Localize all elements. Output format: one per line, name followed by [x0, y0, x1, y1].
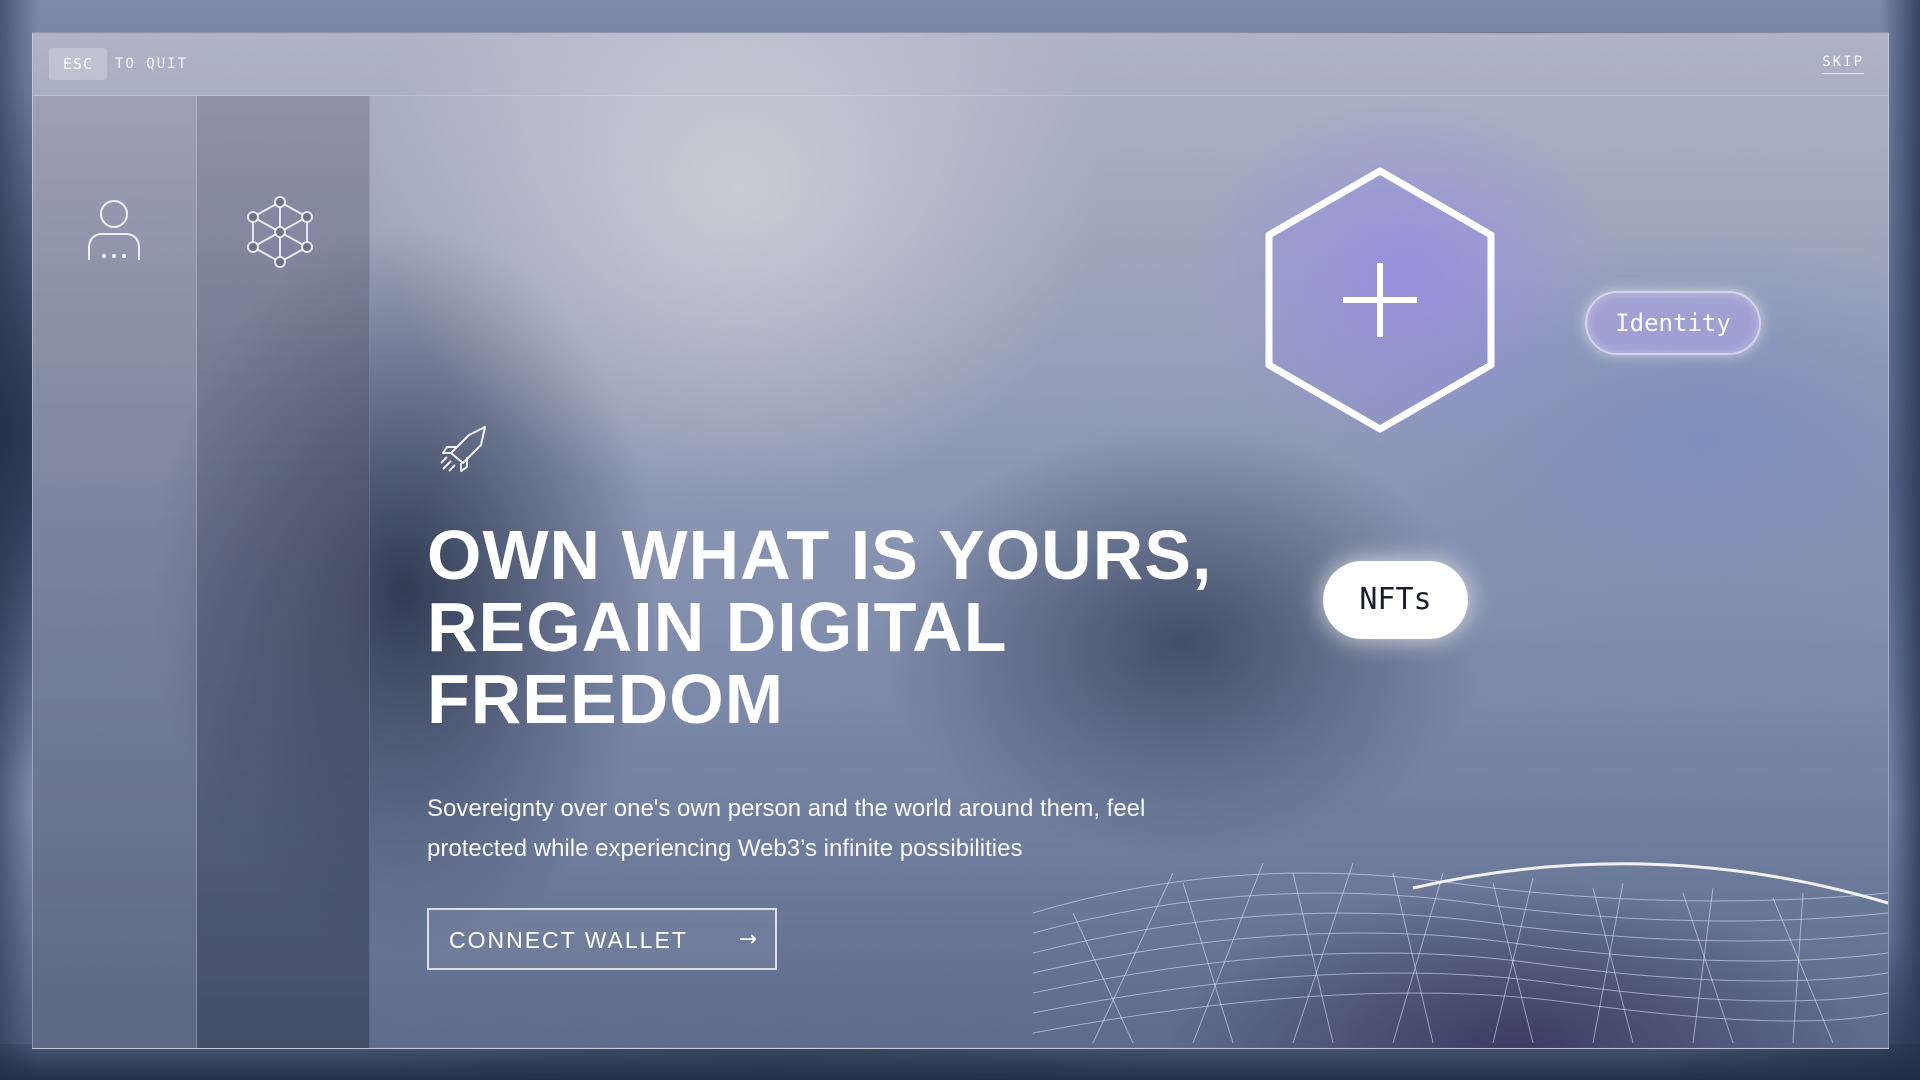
hero-headline: OWN WHAT IS YOURS, REGAIN DIGITAL FREEDO… — [427, 516, 1213, 738]
skip-button[interactable]: SKIP — [1822, 54, 1864, 74]
add-hexagon-button[interactable] — [1255, 161, 1505, 443]
rocket-icon — [437, 423, 489, 479]
sidebar-column-network — [197, 96, 370, 1048]
network-cube-icon[interactable] — [247, 196, 313, 272]
connect-wallet-button[interactable]: CONNECT WALLET → — [427, 908, 777, 970]
onboarding-panel: ESC TO QUIT SKIP OWN WHAT IS YOURS, REGA… — [32, 32, 1889, 1049]
esc-key-badge[interactable]: ESC — [49, 48, 107, 80]
connect-wallet-label: CONNECT WALLET — [449, 927, 688, 953]
nfts-pill[interactable]: NFTs — [1323, 561, 1468, 639]
quit-hint: TO QUIT — [115, 56, 189, 72]
top-bar: ESC TO QUIT SKIP — [33, 33, 1888, 96]
arrow-right-icon: → — [738, 927, 757, 952]
identity-pill[interactable]: Identity — [1585, 291, 1761, 355]
background-ground — [0, 1044, 1920, 1080]
wireframe-terrain-decoration — [1032, 793, 1888, 1048]
user-icon[interactable] — [86, 198, 142, 266]
sidebar-column-user — [33, 96, 197, 1048]
